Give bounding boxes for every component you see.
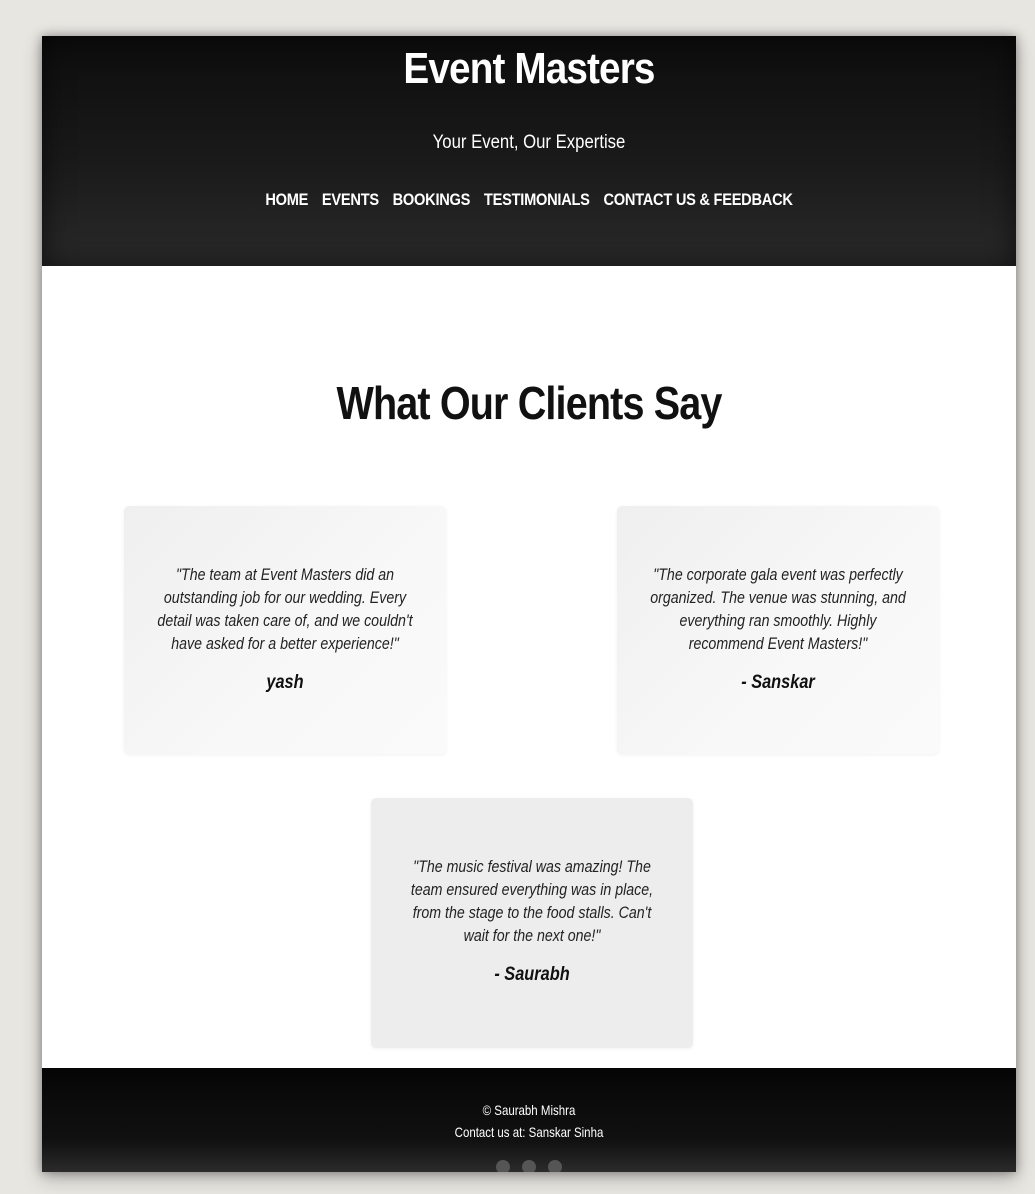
nav-events[interactable]: EVENTS (322, 190, 379, 210)
testimonial-card: "The team at Event Masters did an outsta… (124, 506, 446, 754)
site-header: Event Masters Your Event, Our Expertise … (42, 36, 1016, 266)
testimonial-quote: "The corporate gala event was perfectly … (650, 566, 906, 653)
carousel-dot[interactable] (522, 1160, 536, 1172)
testimonial-author: - Sanskar (741, 672, 815, 693)
carousel-dot[interactable] (548, 1160, 562, 1172)
testimonial-card: "The corporate gala event was perfectly … (617, 506, 939, 754)
footer-contact: Contact us at: Sanskar Sinha (454, 1124, 604, 1140)
nav-bookings[interactable]: BOOKINGS (393, 190, 471, 210)
nav-contact-feedback[interactable]: CONTACT US & FEEDBACK (603, 190, 792, 210)
page-title: What Our Clients Say (336, 377, 722, 429)
footer-copyright: © Saurabh Mishra (482, 1102, 576, 1118)
page-frame: Event Masters Your Event, Our Expertise … (42, 36, 1016, 1172)
nav-home[interactable]: HOME (265, 190, 308, 210)
testimonial-quote: "The team at Event Masters did an outsta… (157, 566, 413, 653)
nav-testimonials[interactable]: TESTIMONIALS (484, 190, 590, 210)
testimonial-quote: "The music festival was amazing! The tea… (410, 858, 654, 945)
testimonial-author: - Saurabh (494, 964, 570, 985)
testimonial-author: yash (266, 672, 304, 693)
carousel-dot[interactable] (496, 1160, 510, 1172)
carousel-dots (42, 1160, 1016, 1172)
site-tagline: Your Event, Our Expertise (432, 132, 626, 153)
site-footer: © Saurabh Mishra Contact us at: Sanskar … (42, 1068, 1016, 1172)
testimonial-card: "The music festival was amazing! The tea… (371, 798, 693, 1048)
main-nav: HOME EVENTS BOOKINGS TESTIMONIALS CONTAC… (110, 190, 948, 210)
site-title: Event Masters (403, 44, 655, 93)
